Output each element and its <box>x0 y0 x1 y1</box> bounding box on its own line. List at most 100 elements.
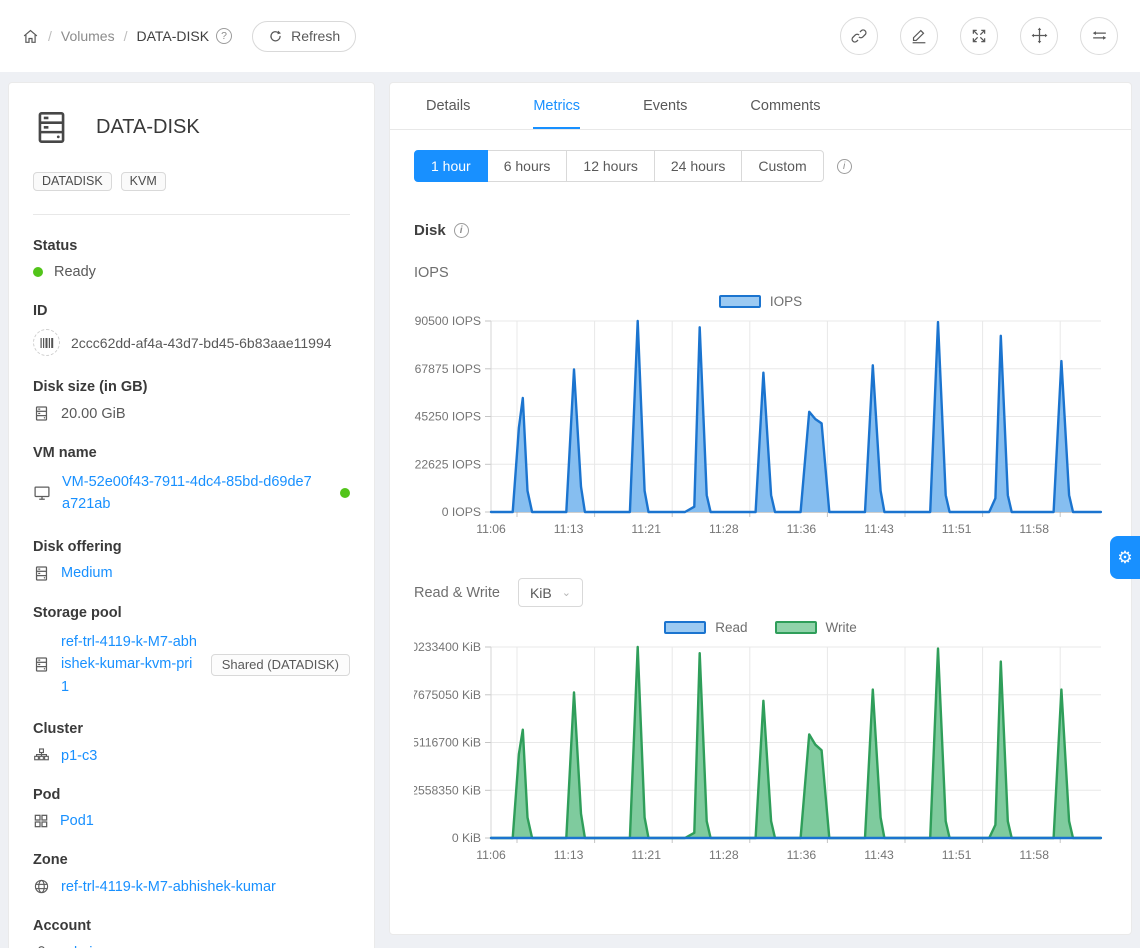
unit-select[interactable]: KiB ⌄ <box>518 578 583 607</box>
reload-icon <box>268 29 283 44</box>
cluster-link[interactable]: p1-c3 <box>61 748 97 764</box>
svg-text:0 KiB: 0 KiB <box>452 831 481 845</box>
tab-events[interactable]: Events <box>643 83 687 129</box>
chevron-down-icon: ⌄ <box>562 586 571 599</box>
svg-text:2558350 KiB: 2558350 KiB <box>414 783 481 797</box>
hdd-icon <box>33 565 50 582</box>
time-range-custom[interactable]: Custom <box>741 150 823 182</box>
svg-text:11:21: 11:21 <box>631 848 661 862</box>
zone-link[interactable]: ref-trl-4119-k-M7-abhishek-kumar <box>61 879 276 895</box>
grid-icon <box>33 813 49 829</box>
svg-text:11:51: 11:51 <box>942 522 972 536</box>
write-legend-swatch <box>775 621 817 634</box>
info-circle-icon[interactable]: i <box>837 159 852 174</box>
time-range-6hours[interactable]: 6 hours <box>487 150 568 182</box>
storage-pool-badge: Shared (DATADISK) <box>211 654 350 676</box>
iops-legend-swatch <box>719 295 761 308</box>
read-legend-swatch <box>664 621 706 634</box>
hdd-icon <box>33 109 70 146</box>
tab-metrics[interactable]: Metrics <box>533 83 580 129</box>
svg-text:11:58: 11:58 <box>1019 848 1049 862</box>
refresh-button[interactable]: Refresh <box>252 21 356 52</box>
info-circle-icon[interactable]: i <box>454 223 469 238</box>
field-label: Disk size (in GB) <box>33 379 350 395</box>
iops-chart-legend[interactable]: IOPS <box>414 294 1107 309</box>
refresh-label: Refresh <box>291 28 340 44</box>
svg-text:5116700 KiB: 5116700 KiB <box>414 736 481 750</box>
svg-text:10233400 KiB: 10233400 KiB <box>414 640 481 654</box>
tab-details[interactable]: Details <box>426 83 470 129</box>
home-icon[interactable] <box>22 28 39 45</box>
edit-volume-button[interactable] <box>900 17 938 55</box>
svg-text:11:06: 11:06 <box>476 848 506 862</box>
time-range-24hours[interactable]: 24 hours <box>654 150 742 182</box>
svg-text:11:43: 11:43 <box>864 848 894 862</box>
iops-chart-title: IOPS <box>414 265 1107 281</box>
detail-tabs: Details Metrics Events Comments <box>390 83 1131 130</box>
tag-kvm: KVM <box>121 172 166 191</box>
svg-text:22625 IOPS: 22625 IOPS <box>415 457 481 471</box>
svg-text:11:13: 11:13 <box>554 848 584 862</box>
gear-icon: ⚙ <box>1117 548 1132 568</box>
field-disk-size: Disk size (in GB) 20.00 GiB <box>33 379 350 422</box>
field-account: Account admin <box>33 918 350 948</box>
breadcrumb: / Volumes / DATA-DISK ? Refresh <box>22 21 356 52</box>
link-icon <box>850 27 868 45</box>
field-disk-offering: Disk offering Medium <box>33 539 350 582</box>
breadcrumb-volumes[interactable]: Volumes <box>61 28 115 44</box>
field-label: Storage pool <box>33 605 350 621</box>
read-write-chart[interactable]: 10233400 KiB7675050 KiB5116700 KiB255835… <box>414 637 1109 873</box>
volume-header: DATA-DISK <box>33 107 350 146</box>
status-text: Ready <box>54 264 96 280</box>
unit-select-value: KiB <box>530 585 552 601</box>
move-icon <box>1030 26 1049 45</box>
attach-volume-button[interactable] <box>840 17 878 55</box>
svg-text:11:36: 11:36 <box>787 522 817 536</box>
time-range-1hour[interactable]: 1 hour <box>414 150 488 182</box>
breadcrumb-separator: / <box>124 28 128 44</box>
tab-comments[interactable]: Comments <box>750 83 820 129</box>
move-volume-button[interactable] <box>1020 17 1058 55</box>
svg-text:11:06: 11:06 <box>476 522 506 536</box>
storage-pool-link[interactable]: ref-trl-4119-k-M7-abhishek-kumar-kvm-pri… <box>61 631 200 698</box>
divider <box>33 214 350 215</box>
status-dot <box>33 267 43 277</box>
field-label: Disk offering <box>33 539 350 555</box>
volume-id: 2ccc62dd-af4a-43d7-bd45-6b83aae11994 <box>71 335 332 351</box>
settings-flyout-button[interactable]: ⚙ <box>1110 536 1140 579</box>
field-label: ID <box>33 303 350 319</box>
migrate-volume-button[interactable] <box>1080 17 1118 55</box>
tag-datadisk: DATADISK <box>33 172 112 191</box>
volume-title: DATA-DISK <box>96 116 200 139</box>
field-label: Account <box>33 918 350 934</box>
field-label: Zone <box>33 852 350 868</box>
time-range-row: 1 hour 6 hours 12 hours 24 hours Custom … <box>414 150 1107 182</box>
field-vm-name: VM name VM-52e00f43-7911-4dc4-85bd-d69de… <box>33 445 350 516</box>
time-range-12hours[interactable]: 12 hours <box>566 150 654 182</box>
svg-text:11:43: 11:43 <box>864 522 894 536</box>
pod-link[interactable]: Pod1 <box>60 813 94 829</box>
svg-text:11:21: 11:21 <box>631 522 661 536</box>
vm-name-link[interactable]: VM-52e00f43-7911-4dc4-85bd-d69de7a721ab <box>62 471 314 516</box>
resize-volume-button[interactable] <box>960 17 998 55</box>
globe-icon <box>33 878 50 895</box>
volume-tags: DATADISK KVM <box>33 172 350 191</box>
hdd-icon <box>33 405 50 422</box>
main-content: DATA-DISK DATADISK KVM Status Ready ID <box>0 72 1140 948</box>
read-write-chart-legend[interactable]: Read Write <box>414 620 1107 635</box>
iops-chart[interactable]: 90500 IOPS67875 IOPS45250 IOPS22625 IOPS… <box>414 311 1109 547</box>
vm-status-dot <box>340 488 350 498</box>
header-actions <box>822 17 1118 56</box>
edit-icon <box>910 27 928 45</box>
disk-offering-link[interactable]: Medium <box>61 565 113 581</box>
field-storage-pool: Storage pool ref-trl-4119-k-M7-abhishek-… <box>33 605 350 698</box>
field-pod: Pod Pod1 <box>33 787 350 829</box>
field-id: ID 2ccc62dd-af4a-43d7-bd45-6b83aae11994 <box>33 303 350 356</box>
user-icon <box>33 944 50 948</box>
svg-text:11:28: 11:28 <box>709 522 739 536</box>
question-circle-icon[interactable]: ? <box>216 28 232 44</box>
disk-section-title: Disk i <box>414 222 1107 239</box>
field-label: VM name <box>33 445 350 461</box>
read-write-row: Read & Write KiB ⌄ <box>414 578 1107 607</box>
svg-text:45250 IOPS: 45250 IOPS <box>415 410 481 424</box>
